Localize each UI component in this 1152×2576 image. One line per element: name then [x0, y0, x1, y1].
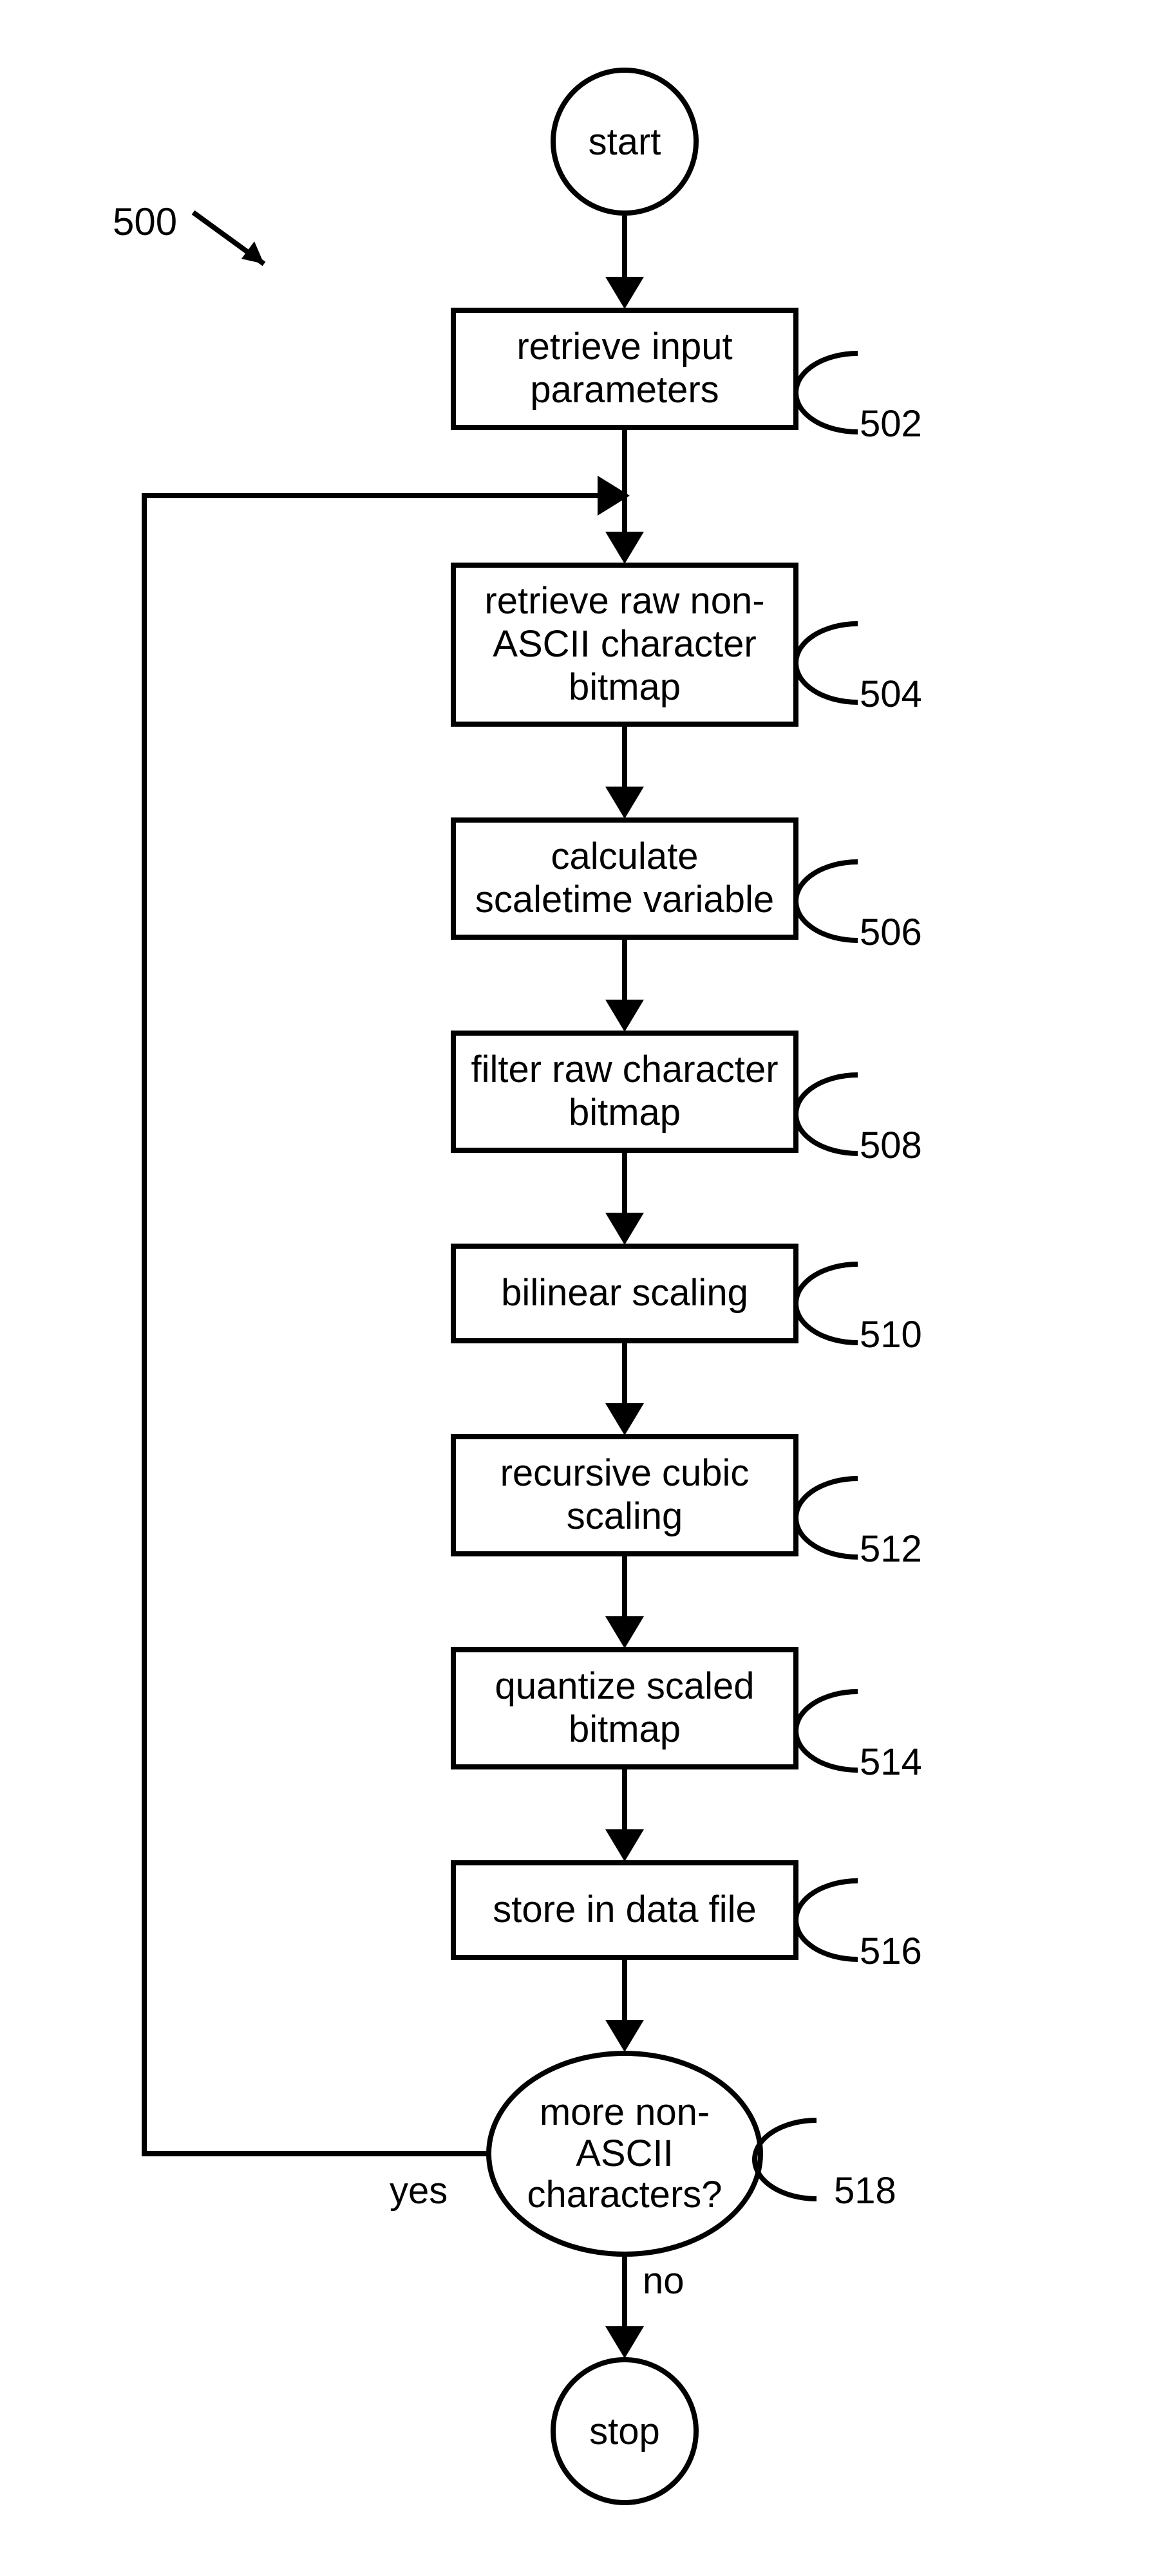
- step-store-data-file: store in data file: [451, 1860, 798, 1960]
- flowchart-canvas: 500 start retrieve input parameters 502 …: [0, 0, 1152, 2576]
- start-terminal: start: [551, 68, 699, 216]
- arrow-icon: [602, 2020, 647, 2052]
- step-num-518: 518: [834, 2169, 896, 2212]
- step-num-502: 502: [860, 402, 922, 445]
- arrow-icon: [602, 1829, 647, 1862]
- arrow-icon: [602, 532, 647, 564]
- edge-yes: yes: [390, 2169, 448, 2212]
- figure-arrow-icon: [187, 206, 283, 277]
- decision-more-chars: more non- ASCII characters?: [486, 2051, 763, 2257]
- step-num-510: 510: [860, 1313, 922, 1356]
- step-retrieve-raw-bitmap: retrieve raw non- ASCII character bitmap: [451, 563, 798, 727]
- step-filter-bitmap: filter raw character bitmap: [451, 1031, 798, 1153]
- figure-number: 500: [113, 200, 177, 244]
- step-num-506: 506: [860, 911, 922, 954]
- arrow-icon: [602, 1403, 647, 1435]
- arrow-icon: [602, 1000, 647, 1032]
- step-quantize-bitmap: quantize scaled bitmap: [451, 1647, 798, 1769]
- step-bilinear-scaling: bilinear scaling: [451, 1244, 798, 1343]
- stop-terminal: stop: [551, 2357, 699, 2505]
- arrow-icon: [602, 2326, 647, 2358]
- arrow-icon: [602, 277, 647, 309]
- step-num-508: 508: [860, 1124, 922, 1167]
- step-num-504: 504: [860, 673, 922, 716]
- step-retrieve-input-params: retrieve input parameters: [451, 308, 798, 430]
- step-calc-scaletime: calculate scaletime variable: [451, 817, 798, 940]
- step-num-514: 514: [860, 1741, 922, 1784]
- arrow-icon: [602, 1213, 647, 1245]
- arrow-icon: [602, 787, 647, 819]
- arrow-icon: [602, 1616, 647, 1648]
- step-num-512: 512: [860, 1527, 922, 1571]
- step-num-516: 516: [860, 1930, 922, 1973]
- arrow-icon: [598, 476, 630, 516]
- step-recursive-cubic-scaling: recursive cubic scaling: [451, 1434, 798, 1556]
- edge-no: no: [643, 2259, 685, 2302]
